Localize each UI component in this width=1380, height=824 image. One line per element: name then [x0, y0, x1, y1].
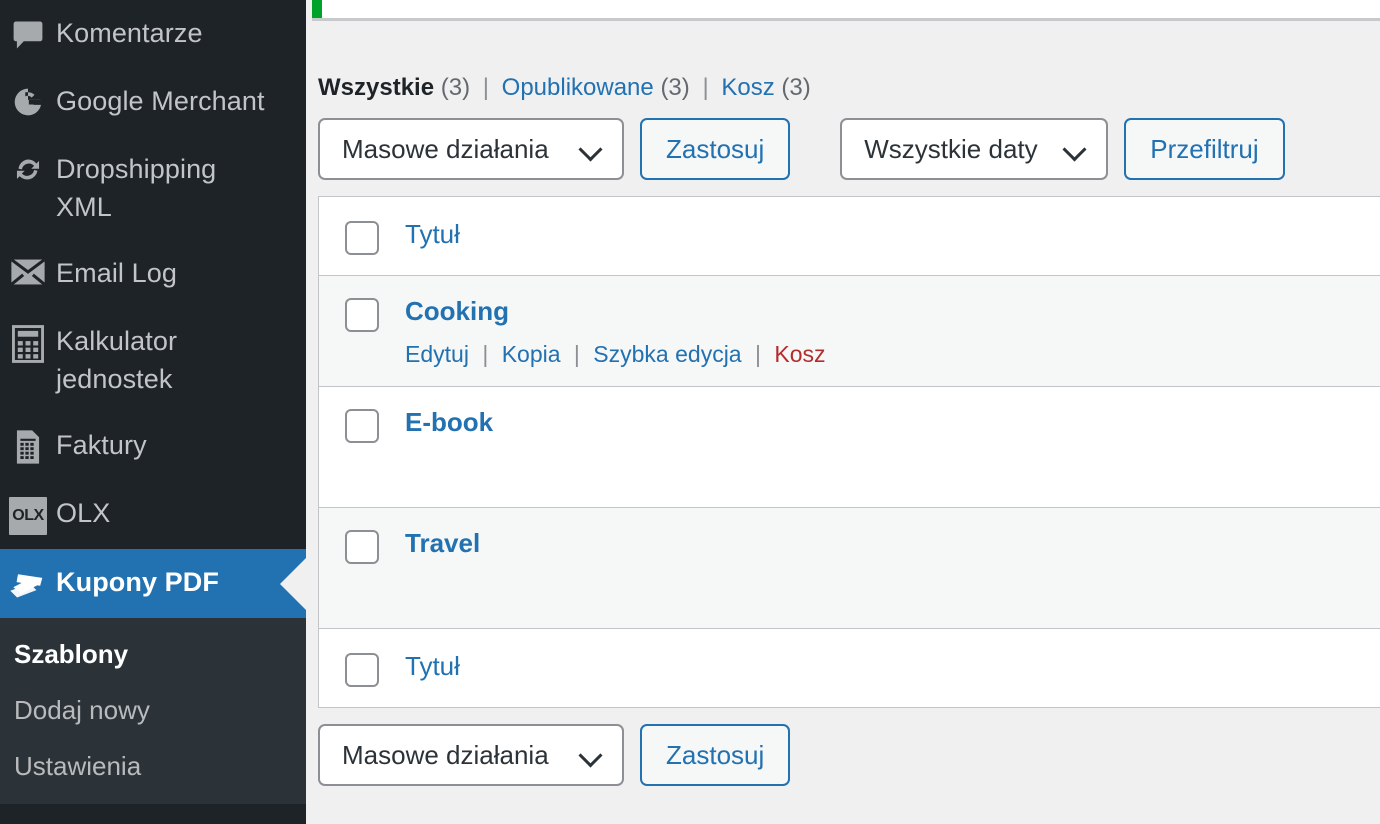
row-title-link[interactable]: Travel [405, 528, 480, 558]
row-action-edit[interactable]: Edytuj [405, 341, 469, 367]
row-title-link[interactable]: Cooking [405, 296, 509, 326]
bulk-actions-select-top[interactable]: Masowe działania [318, 118, 624, 180]
filter-button[interactable]: Przefiltruj [1124, 118, 1285, 180]
date-filter-value: Wszystkie daty [864, 133, 1038, 164]
select-all-checkbox-cell [319, 219, 405, 255]
sidebar-item-kalkulator-jednostek[interactable]: Kalkulator jednostek [0, 308, 306, 412]
calculator-icon [0, 322, 56, 363]
column-header-title-cell: Tytuł [405, 219, 1380, 249]
sidebar-subitem-ustawienia[interactable]: Ustawienia [0, 738, 306, 794]
row-title-cell: Travel [405, 528, 1380, 558]
sidebar-item-label: Faktury [56, 430, 147, 460]
row-title-link[interactable]: E-book [405, 407, 493, 437]
sidebar-item-faktury[interactable]: Faktury [0, 412, 306, 480]
comment-icon [0, 14, 56, 53]
select-all-checkbox-cell-footer [319, 651, 405, 687]
date-filter-select[interactable]: Wszystkie daty [840, 118, 1109, 180]
sync-icon [0, 150, 56, 187]
row-action-separator: | [755, 341, 761, 367]
column-footer-title[interactable]: Tytuł [405, 651, 460, 681]
sidebar-item-label: Kupony PDF [56, 567, 219, 597]
row-checkbox[interactable] [345, 409, 379, 443]
templates-list-table: Tytuł Cooking Edytuj | Kopia | Szybka ed… [318, 196, 1380, 708]
sidebar-item-google-merchant[interactable]: Google Merchant [0, 68, 306, 136]
sidebar-item-label: OLX [56, 498, 111, 528]
row-checkbox[interactable] [345, 298, 379, 332]
filter-separator: | [702, 74, 709, 101]
bulk-actions-select-bottom[interactable]: Masowe działania [318, 724, 624, 786]
table-header-row: Tytuł [319, 197, 1380, 276]
filter-count-trash: (3) [781, 74, 811, 101]
row-action-copy[interactable]: Kopia [502, 341, 561, 367]
apply-button-bottom[interactable]: Zastosuj [640, 724, 791, 786]
row-actions: Edytuj | Kopia | Szybka edycja | Kosz [405, 340, 1380, 368]
row-title-cell: E-book [405, 407, 1380, 437]
row-checkbox-cell [319, 407, 405, 443]
sidebar-item-label: Kalkulator jednostek [56, 326, 178, 394]
chevron-down-icon [580, 744, 602, 766]
row-checkbox[interactable] [345, 530, 379, 564]
success-notice [312, 0, 1380, 18]
chevron-down-icon [1064, 138, 1086, 160]
sidebar-item-olx[interactable]: OLX OLX [0, 480, 306, 549]
coupon-tickets-icon [0, 563, 56, 604]
row-checkbox-cell [319, 296, 405, 332]
bulk-actions-value: Masowe działania [342, 739, 549, 770]
filter-count-published: (3) [660, 74, 690, 101]
sidebar-item-kupony-pdf[interactable]: Kupony PDF [0, 549, 306, 618]
table-row: Travel [319, 508, 1380, 629]
admin-sidebar-menu: Komentarze Google Merchant Dropshipping … [0, 0, 306, 824]
sidebar-subitem-szablony[interactable]: Szablony [0, 626, 306, 682]
filter-count-all: (3) [440, 74, 471, 101]
apply-button-top[interactable]: Zastosuj [640, 118, 791, 180]
select-all-checkbox[interactable] [345, 221, 379, 255]
olx-logo-icon: OLX [0, 494, 56, 535]
sidebar-item-komentarze[interactable]: Komentarze [0, 0, 306, 68]
filter-link-all[interactable]: Wszystkie [318, 74, 434, 101]
sidebar-item-email-log[interactable]: Email Log [0, 240, 306, 308]
table-row: E-book [319, 387, 1380, 508]
table-footer-row: Tytuł [319, 629, 1380, 707]
sidebar-item-label: Dropshipping XML [56, 154, 217, 222]
sidebar-item-dropshipping-xml[interactable]: Dropshipping XML [0, 136, 306, 240]
column-header-title[interactable]: Tytuł [405, 219, 460, 249]
row-title-cell: Cooking Edytuj | Kopia | Szybka edycja |… [405, 296, 1380, 368]
tablenav-top: Masowe działania Zastosuj Wszystkie daty… [318, 118, 1380, 180]
invoice-document-icon [0, 426, 56, 465]
row-action-trash[interactable]: Kosz [774, 341, 825, 367]
sidebar-item-label: Email Log [56, 258, 177, 288]
filter-link-published[interactable]: Opublikowane [502, 74, 654, 101]
chevron-down-icon [580, 138, 602, 160]
envelope-icon [0, 254, 56, 287]
row-action-separator: | [573, 341, 580, 367]
sidebar-subitem-dodaj-nowy[interactable]: Dodaj nowy [0, 682, 306, 738]
admin-screen: Komentarze Google Merchant Dropshipping … [0, 0, 1380, 824]
filter-link-trash[interactable]: Kosz [721, 74, 774, 101]
sidebar-item-label: Google Merchant [56, 86, 265, 116]
row-action-quick-edit[interactable]: Szybka edycja [593, 341, 741, 367]
notice-divider [312, 18, 1380, 21]
tablenav-bottom: Masowe działania Zastosuj [318, 724, 1380, 786]
bulk-actions-value: Masowe działania [342, 133, 549, 164]
row-checkbox-cell [319, 528, 405, 564]
filter-separator: | [482, 74, 489, 101]
row-action-separator: | [482, 341, 489, 367]
main-content-area: Wszystkie (3) | Opublikowane (3) | Kosz … [306, 0, 1380, 824]
google-g-icon [0, 82, 56, 119]
status-filter-links: Wszystkie (3) | Opublikowane (3) | Kosz … [318, 72, 811, 104]
table-row: Cooking Edytuj | Kopia | Szybka edycja |… [319, 276, 1380, 387]
sidebar-item-label: Komentarze [56, 18, 203, 48]
sidebar-submenu-kupony-pdf: Szablony Dodaj nowy Ustawienia [0, 618, 306, 804]
select-all-checkbox-footer[interactable] [345, 653, 379, 687]
column-footer-title-cell: Tytuł [405, 651, 1380, 681]
